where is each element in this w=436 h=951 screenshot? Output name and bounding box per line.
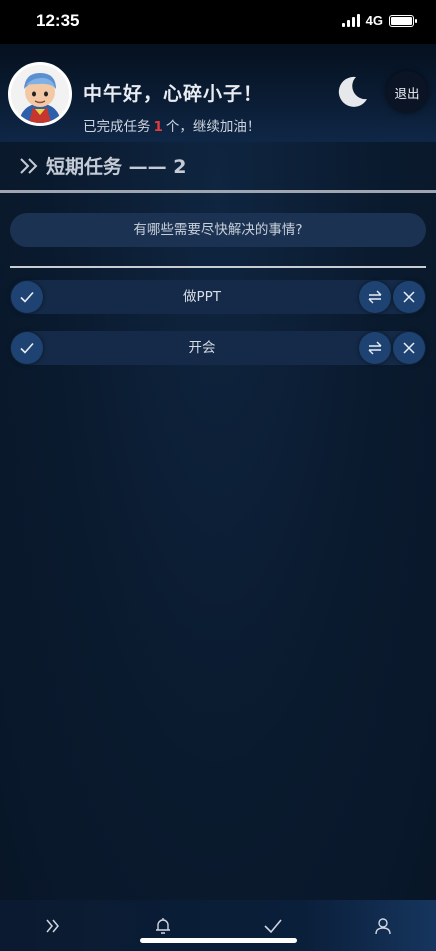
home-indicator [140,938,297,943]
close-icon [403,291,415,303]
progress-suffix: 个，继续加油！ [165,119,261,135]
complete-button[interactable] [11,332,43,364]
header: 中午好，心碎小子！ 已完成任务 1 个，继续加油！ 退出 [0,44,436,142]
network-label: 4G [365,13,383,28]
move-button[interactable] [359,281,391,313]
task-row: 开会 [10,331,426,365]
moon-icon[interactable] [334,74,370,110]
progress-text: 已完成任务 1 个，继续加油！ [83,115,260,135]
list-divider [10,266,426,268]
check-icon [20,291,34,303]
section-title: 短期任务 —— 2 [18,152,186,179]
chevrons-right-icon[interactable] [43,916,63,936]
section-title-text: 短期任务 —— 2 [46,156,187,178]
close-icon [403,342,415,354]
chevrons-right-icon [20,157,38,174]
status-time: 12:35 [36,11,80,30]
check-icon [20,342,34,354]
check-icon[interactable] [263,916,283,936]
delete-button[interactable] [393,281,425,313]
bottom-nav [0,900,436,951]
task-input[interactable] [10,213,426,247]
move-button[interactable] [359,332,391,364]
delete-button[interactable] [393,332,425,364]
battery-icon [389,14,417,27]
swap-icon [368,341,382,355]
superman-avatar-icon [11,65,69,123]
logout-button[interactable]: 退出 [386,71,428,113]
progress-prefix: 已完成任务 [83,119,151,135]
task-label: 做PPT [182,289,222,305]
completed-count: 1 [153,119,163,135]
greeting-text: 中午好，心碎小子！ [83,83,264,105]
swap-icon [368,290,382,304]
complete-button[interactable] [11,281,43,313]
status-bar: 12:35 4G [0,0,436,44]
bell-icon[interactable] [153,916,173,936]
status-indicators: 4G [341,13,417,28]
user-icon[interactable] [373,916,393,936]
task-label: 开会 [188,340,216,356]
avatar[interactable] [8,62,72,126]
signal-icon [341,14,360,27]
task-row: 做PPT [10,280,426,314]
section-divider [0,190,436,193]
